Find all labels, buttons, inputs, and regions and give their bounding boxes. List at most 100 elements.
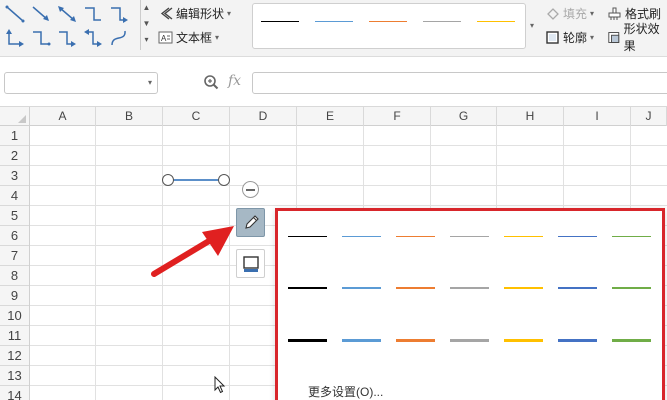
pencil-icon	[245, 215, 259, 229]
line-swatch[interactable]	[558, 339, 597, 342]
style-line-4[interactable]	[423, 21, 461, 22]
expand-gallery-icon[interactable]: ▾	[141, 32, 152, 48]
formula-input[interactable]	[252, 72, 667, 94]
grid-row-line	[30, 145, 667, 146]
scroll-down-icon[interactable]: ▼	[141, 16, 152, 32]
column-header-d[interactable]: D	[230, 107, 297, 126]
line-style-panel: 更多设置(O)...	[275, 208, 665, 400]
shape-style-gallery[interactable]	[252, 3, 526, 49]
column-header-g[interactable]: G	[431, 107, 497, 126]
style-line-2[interactable]	[315, 21, 353, 22]
shape-effects-button[interactable]: 形状效果	[607, 22, 667, 53]
column-header-i[interactable]: I	[564, 107, 631, 126]
column-header-h[interactable]: H	[497, 107, 564, 126]
format-painter-icon	[608, 7, 621, 20]
style-line-3[interactable]	[369, 21, 407, 22]
zoom-icon[interactable]	[203, 74, 219, 90]
connector-gallery-scroll[interactable]: ▲ ▼ ▾	[140, 0, 152, 50]
column-header-c[interactable]: C	[163, 107, 230, 126]
chevron-down-icon[interactable]: ▾	[148, 78, 152, 87]
scroll-up-icon[interactable]: ▲	[141, 0, 152, 16]
line-end-handle[interactable]	[218, 174, 230, 186]
column-header-b[interactable]: B	[96, 107, 163, 126]
line-start-handle[interactable]	[162, 174, 174, 186]
row-header-9[interactable]: 9	[0, 286, 29, 306]
elbow-arrow-connector-icon[interactable]	[108, 4, 130, 24]
step-arrow-connector-icon[interactable]	[56, 28, 78, 48]
fill-icon	[547, 7, 559, 20]
line-swatch[interactable]	[396, 236, 435, 237]
grid-row-line	[30, 165, 667, 166]
line-swatch[interactable]	[450, 236, 489, 237]
line-swatch[interactable]	[396, 287, 435, 289]
fx-label[interactable]: fx	[228, 73, 241, 89]
chevron-down-icon: ▾	[590, 32, 595, 42]
line-swatch[interactable]	[612, 236, 651, 237]
outline-button[interactable]: 轮廓 ▾	[545, 27, 594, 47]
column-header-a[interactable]: A	[30, 107, 96, 126]
column-header-j[interactable]: J	[631, 107, 667, 126]
connector-gallery	[2, 2, 138, 50]
line-swatch[interactable]	[612, 339, 651, 342]
elbow-connector-icon[interactable]	[82, 4, 104, 24]
grid-row-line	[30, 205, 667, 206]
row-header-8[interactable]: 8	[0, 266, 29, 286]
chevron-down-icon: ▾	[215, 32, 220, 42]
column-header: ABCDEFGHIJ	[0, 106, 667, 126]
line-swatch[interactable]	[450, 339, 489, 342]
style-line-1[interactable]	[261, 21, 299, 22]
row-header-5[interactable]: 5	[0, 206, 29, 226]
step-double-arrow-icon[interactable]	[82, 28, 104, 48]
fill-button[interactable]: 填充 ▾	[545, 3, 594, 23]
line-swatch[interactable]	[288, 287, 327, 289]
connector-line-icon[interactable]	[4, 4, 26, 24]
fill-label: 填充	[563, 6, 588, 21]
line-swatch[interactable]	[558, 236, 597, 237]
row-header-4[interactable]: 4	[0, 186, 29, 206]
row-header-3[interactable]: 3	[0, 166, 29, 186]
line-swatch[interactable]	[504, 339, 543, 342]
line-swatch[interactable]	[288, 339, 327, 342]
column-header-f[interactable]: F	[364, 107, 431, 126]
edit-shape-button[interactable]: 编辑形状 ▾	[158, 3, 231, 23]
line-style-button[interactable]	[236, 208, 265, 237]
svg-text:A: A	[161, 34, 167, 43]
row-header-13[interactable]: 13	[0, 366, 29, 386]
name-box[interactable]: ▾	[4, 72, 158, 94]
connector-arrow-icon[interactable]	[30, 4, 52, 24]
row-header-12[interactable]: 12	[0, 346, 29, 366]
shape-fill-button[interactable]	[236, 249, 265, 278]
collapse-toolbar-button[interactable]	[242, 181, 259, 198]
line-swatch[interactable]	[612, 287, 651, 289]
line-swatch[interactable]	[342, 339, 381, 342]
line-swatch[interactable]	[342, 236, 381, 237]
line-swatch[interactable]	[450, 287, 489, 289]
style-line-5[interactable]	[477, 21, 515, 22]
line-swatch[interactable]	[342, 287, 381, 289]
line-swatch[interactable]	[396, 339, 435, 342]
row-header-6[interactable]: 6	[0, 226, 29, 246]
curved-connector-icon[interactable]	[108, 28, 130, 48]
elbow-double-arrow-icon[interactable]	[4, 28, 26, 48]
row-header-11[interactable]: 11	[0, 326, 29, 346]
cursor-icon	[214, 376, 226, 394]
row-header-10[interactable]: 10	[0, 306, 29, 326]
more-settings-menu-item[interactable]: 更多设置(O)...	[308, 383, 383, 400]
row-header-14[interactable]: 14	[0, 386, 29, 400]
connector-double-arrow-icon[interactable]	[56, 4, 78, 24]
line-swatch[interactable]	[558, 287, 597, 289]
textbox-button[interactable]: A 文本框 ▾	[158, 27, 219, 47]
line-swatch[interactable]	[504, 287, 543, 289]
row-header-1[interactable]: 1	[0, 126, 29, 146]
row-header-7[interactable]: 7	[0, 246, 29, 266]
line-swatch[interactable]	[504, 236, 543, 237]
select-all-corner[interactable]	[0, 107, 30, 126]
style-gallery-expand-icon[interactable]: ▾	[527, 3, 537, 49]
edit-shape-icon	[160, 6, 173, 20]
column-header-e[interactable]: E	[297, 107, 364, 126]
selected-line-shape[interactable]	[168, 179, 224, 181]
row-header-2[interactable]: 2	[0, 146, 29, 166]
shape-effects-label: 形状效果	[623, 22, 660, 53]
line-swatch[interactable]	[288, 236, 327, 237]
curved-step-connector-icon[interactable]	[30, 28, 52, 48]
